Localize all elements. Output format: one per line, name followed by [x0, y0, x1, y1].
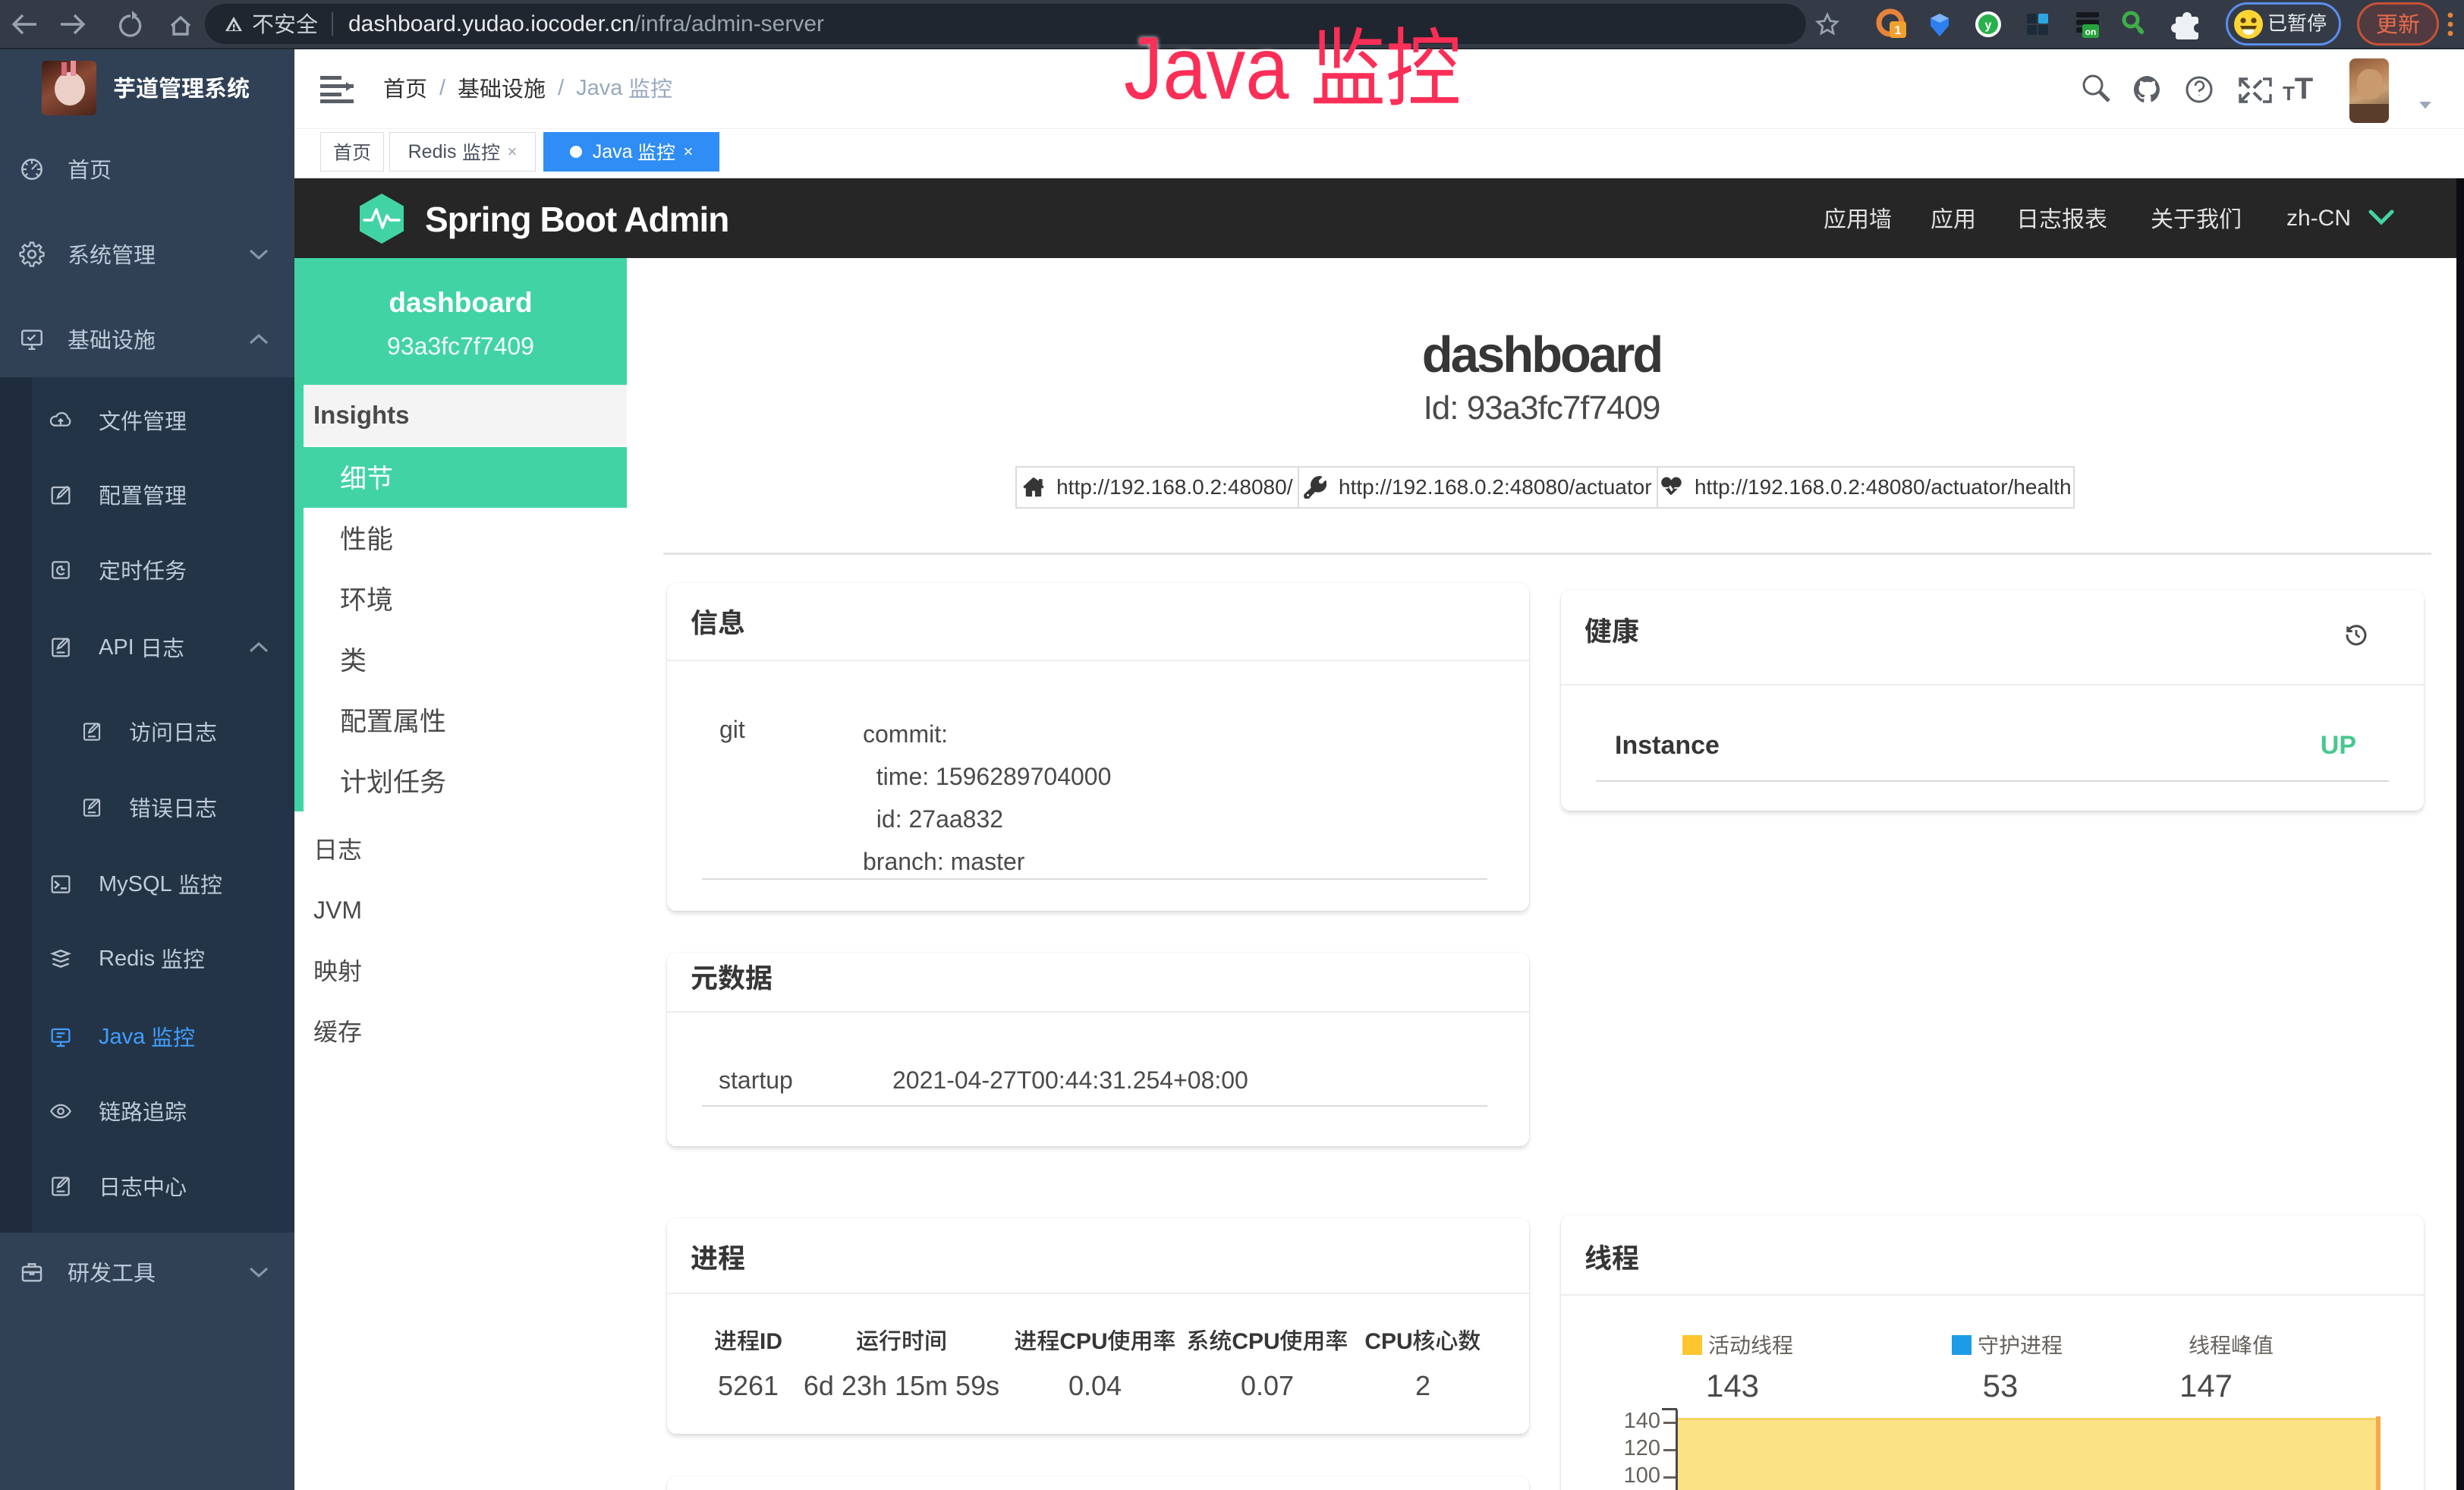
- svg-text:on: on: [2085, 27, 2097, 37]
- svg-text:T: T: [2295, 72, 2313, 106]
- svg-text:1: 1: [1895, 24, 1902, 37]
- svg-text:y: y: [1985, 19, 1992, 32]
- svg-text:T: T: [2283, 82, 2295, 105]
